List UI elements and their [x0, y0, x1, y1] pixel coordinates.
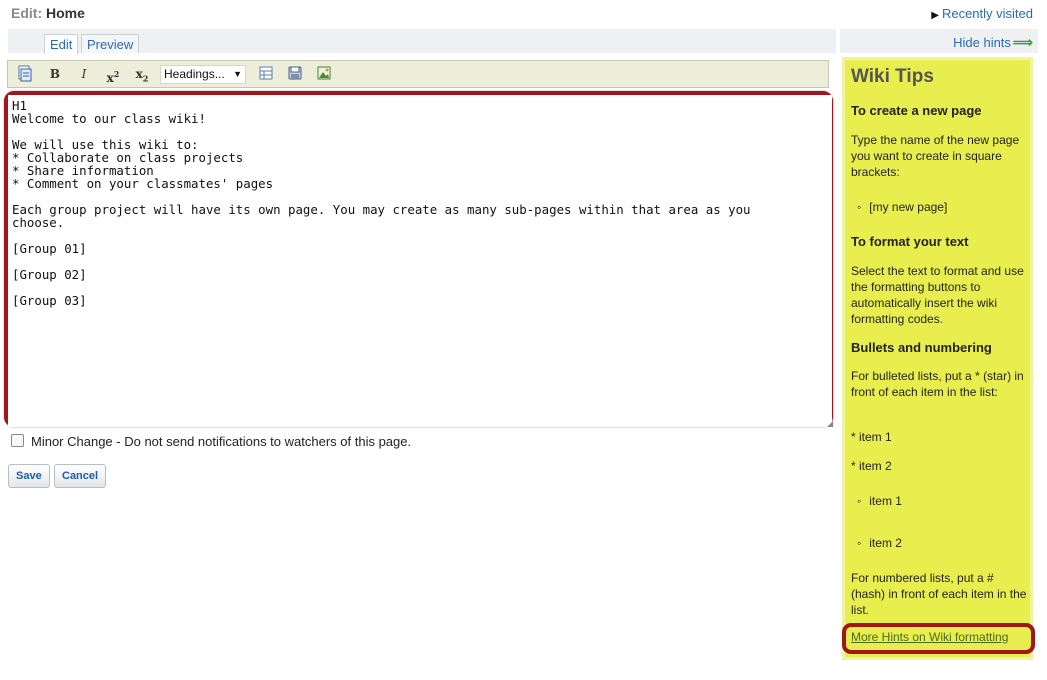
tips-format-text: Select the text to format and use the fo…: [851, 264, 1024, 326]
hide-hints-link[interactable]: Hide hints ⟹: [953, 34, 1033, 51]
headings-select-value: Headings...: [164, 67, 225, 81]
tips-create-heading: To create a new page: [851, 103, 982, 118]
bold-icon[interactable]: B: [45, 65, 65, 83]
page-title: Edit: Home: [11, 5, 85, 21]
subscript-exp: 2: [142, 73, 149, 84]
minor-change-option[interactable]: Minor Change - Do not send notifications…: [11, 434, 411, 449]
image-icon[interactable]: [314, 65, 334, 83]
tips-bullet-item-1: item 1: [851, 493, 1029, 509]
recently-visited-label: Recently visited: [941, 6, 1033, 21]
cancel-button[interactable]: Cancel: [54, 464, 107, 488]
edit-label: Edit:: [11, 5, 43, 21]
subscript-icon[interactable]: x2: [132, 65, 152, 83]
minor-change-label: Minor Change - Do not send notifications…: [31, 434, 412, 449]
superscript-base: x: [106, 71, 114, 85]
tab-edit[interactable]: Edit: [44, 34, 79, 54]
tips-bullets-heading: Bullets and numbering: [851, 340, 992, 355]
tab-preview[interactable]: Preview: [81, 34, 140, 53]
triangle-right-icon: ▶: [931, 10, 939, 21]
tips-numbered-text: For numbered lists, put a # (hash) in fr…: [851, 571, 1027, 617]
document-icon[interactable]: [15, 65, 35, 83]
formatting-toolbar: B I x2 x2 Headings... ▼: [7, 60, 829, 88]
tips-bullets-text: For bulleted lists, put a * (star) in fr…: [851, 369, 1024, 399]
resize-grip-icon[interactable]: ◢: [827, 420, 835, 428]
arrow-right-icon: ⟹: [1012, 34, 1033, 50]
table-icon[interactable]: [256, 65, 276, 83]
tips-create-example: [my new page]: [851, 199, 1029, 215]
tips-create-text: Type the name of the new page you want t…: [851, 133, 1020, 179]
superscript-icon[interactable]: x2: [103, 65, 123, 85]
tips-bullet-item-2: item 2: [851, 535, 1029, 551]
save-button[interactable]: Save: [8, 464, 50, 488]
tips-title: Wiki Tips: [851, 66, 934, 87]
italic-icon[interactable]: I: [74, 65, 94, 83]
headings-select[interactable]: Headings... ▼: [160, 65, 246, 84]
recently-visited-link[interactable]: ▶ Recently visited: [931, 6, 1033, 21]
superscript-exp: 2: [113, 69, 120, 79]
page-name: Home: [46, 5, 85, 21]
caret-down-icon: ▼: [233, 69, 242, 79]
tab-bar: Edit Preview: [8, 29, 836, 54]
wiki-text-editor[interactable]: H1 Welcome to our class wiki! We will us…: [8, 95, 832, 427]
hide-hints-label: Hide hints: [953, 35, 1011, 50]
disk-icon[interactable]: [285, 65, 305, 83]
tips-star-item-1: * item 1: [851, 430, 892, 444]
minor-change-checkbox[interactable]: [11, 434, 24, 447]
more-hints-link[interactable]: More Hints on Wiki formatting: [851, 630, 1008, 644]
top-bar: Edit: Home ▶ Recently visited: [0, 0, 1047, 28]
hints-bar: Hide hints ⟹: [840, 29, 1038, 53]
tips-format-heading: To format your text: [851, 234, 969, 249]
tips-star-item-2: * item 2: [851, 459, 892, 473]
wiki-tips-panel: Wiki Tips To create a new page Type the …: [842, 57, 1033, 660]
subscript-base: x: [135, 67, 143, 81]
